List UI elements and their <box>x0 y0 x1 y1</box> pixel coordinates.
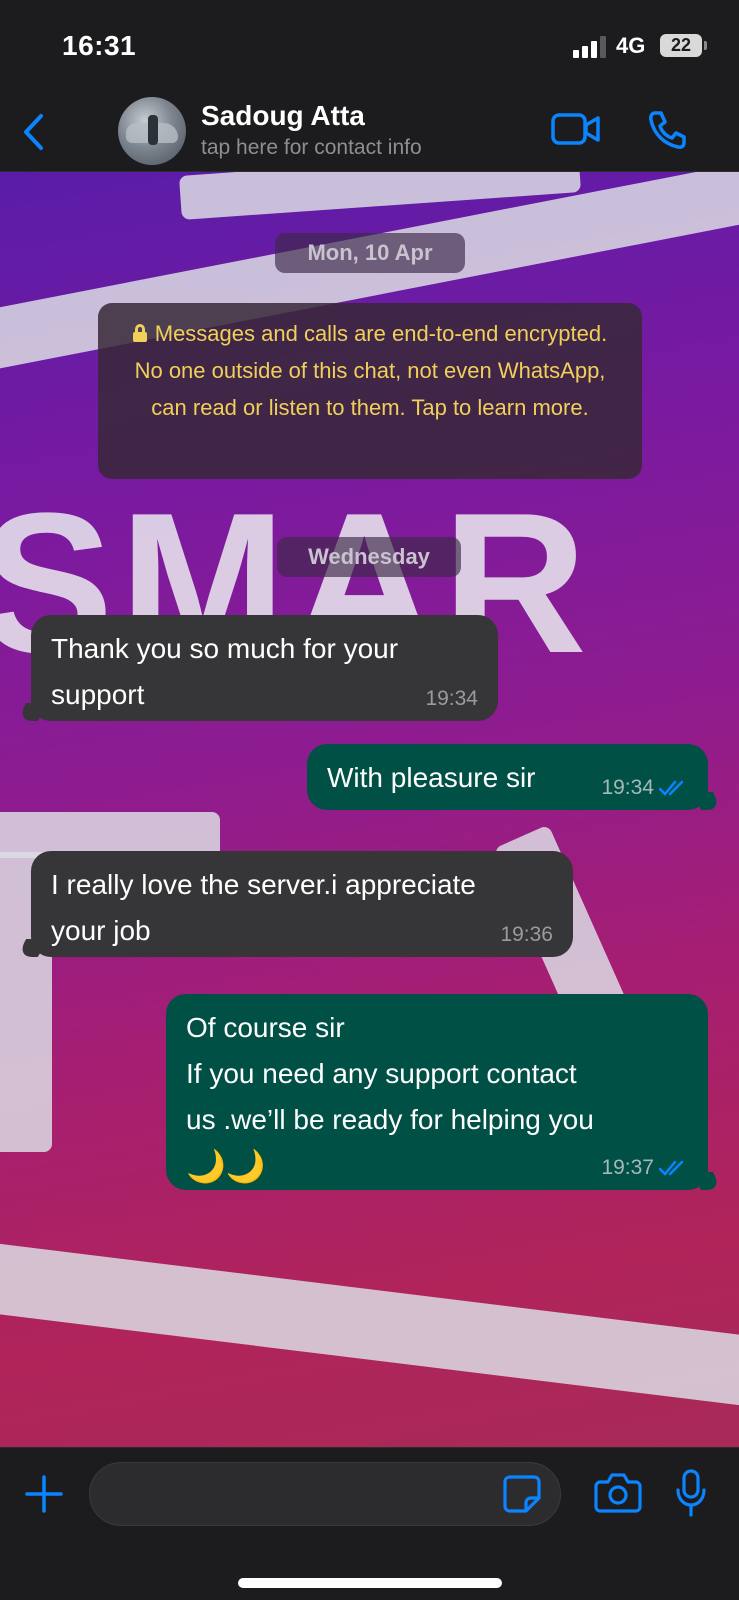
date-separator: Mon, 10 Apr <box>275 233 465 273</box>
message-outgoing[interactable]: With pleasure sir 19:34 <box>307 744 724 810</box>
attach-button[interactable] <box>24 1474 64 1514</box>
camera-button[interactable] <box>594 1470 642 1514</box>
encryption-notice-text: Messages and calls are end-to-end encryp… <box>134 321 608 420</box>
message-text-line: I really love the server.i appreciate <box>51 869 476 900</box>
microphone-icon <box>676 1469 706 1517</box>
plus-icon <box>25 1475 63 1513</box>
date-separator: Wednesday <box>277 537 461 577</box>
message-text-line: Thank you so much for your <box>51 633 399 664</box>
chat-header: Sadoug Atta tap here for contact info <box>0 92 739 172</box>
message-time: 19:37 <box>601 1156 654 1179</box>
home-indicator[interactable] <box>238 1578 502 1588</box>
status-time: 16:31 <box>62 30 137 61</box>
message-text-line: us .we’ll be ready for helping you <box>186 1104 594 1135</box>
message-text-line: If you need any support contact <box>186 1058 577 1089</box>
back-chevron-icon <box>24 114 43 150</box>
signal-icon <box>573 36 607 58</box>
double-check-icon <box>658 1160 684 1176</box>
battery-icon: 22 <box>660 34 702 57</box>
message-time: 19:36 <box>500 923 553 946</box>
lock-icon <box>132 324 147 342</box>
avatar[interactable] <box>118 97 186 165</box>
video-call-icon <box>551 113 600 145</box>
chat-area[interactable]: SMAR Mon, 10 Apr Messages and calls are … <box>0 172 739 1447</box>
double-check-icon <box>658 780 684 796</box>
encryption-notice[interactable]: Messages and calls are end-to-end encryp… <box>98 303 642 479</box>
message-incoming[interactable]: I really love the server.i appreciate yo… <box>15 851 573 957</box>
message-time: 19:34 <box>601 776 654 799</box>
back-button[interactable] <box>14 110 54 154</box>
voice-call-button[interactable] <box>646 109 688 151</box>
message-incoming[interactable]: Thank you so much for your support 19:34 <box>15 615 498 721</box>
message-input[interactable] <box>89 1462 561 1526</box>
microphone-button[interactable] <box>675 1468 707 1518</box>
sticker-button[interactable] <box>502 1474 542 1514</box>
crescent-moon-emoji: 🌙🌙 <box>186 1148 266 1184</box>
wallpaper-stripe <box>0 1239 739 1415</box>
battery-cap <box>704 41 707 50</box>
network-type: 4G <box>616 33 646 58</box>
message-text-line: Of course sir <box>186 1012 345 1043</box>
contact-info-hint[interactable]: tap here for contact info <box>201 136 422 160</box>
camera-icon <box>594 1473 642 1513</box>
message-text-line: support <box>51 679 145 710</box>
video-call-button[interactable] <box>551 110 601 148</box>
input-bar <box>0 1447 739 1600</box>
sticker-icon <box>503 1475 541 1513</box>
message-text-line: your job <box>51 915 151 946</box>
status-bar: 16:31 4G 22 <box>0 0 739 92</box>
message-outgoing[interactable]: Of course sir If you need any support co… <box>166 994 724 1190</box>
contact-name[interactable]: Sadoug Atta <box>201 100 365 132</box>
message-time: 19:34 <box>425 687 478 710</box>
phone-icon <box>649 111 686 149</box>
